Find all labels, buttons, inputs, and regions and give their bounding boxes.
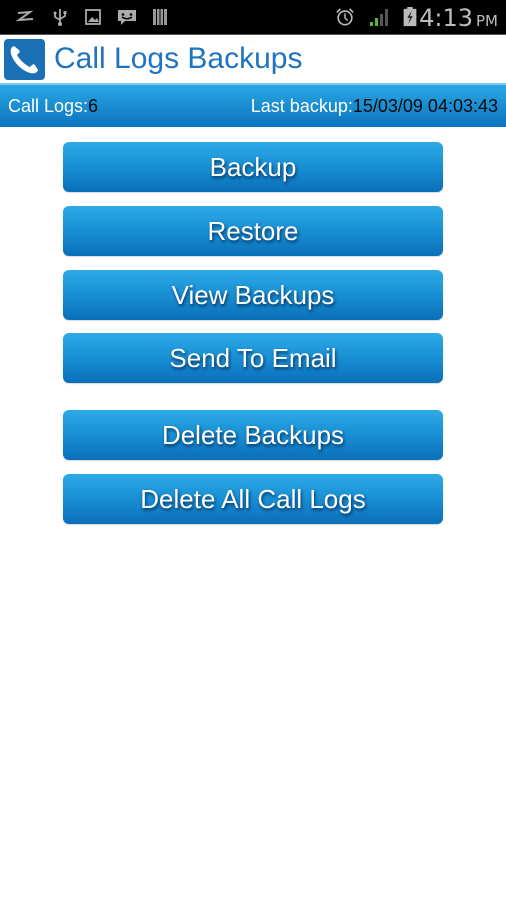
call-logs-label: Call Logs: <box>8 96 89 116</box>
alarm-icon <box>336 8 354 26</box>
last-backup: Last backup:15/03/09 04:03:43 <box>251 96 498 117</box>
backup-button[interactable]: Backup <box>63 142 443 192</box>
barcode-icon <box>153 9 167 25</box>
info-bar: Call Logs:6 Last backup:15/03/09 04:03:4… <box>0 83 506 127</box>
usb-icon <box>53 9 67 26</box>
call-logs-value: 6 <box>88 96 99 116</box>
notification-z-icon <box>15 10 34 22</box>
gallery-icon <box>85 9 101 25</box>
phone-icon <box>10 46 38 74</box>
clock-time: 4:13 <box>419 4 473 32</box>
call-logs-count: Call Logs:6 <box>8 96 98 117</box>
last-backup-label: Last backup: <box>250 96 353 116</box>
battery-charging-icon <box>403 7 417 27</box>
delete-all-call-logs-button[interactable]: Delete All Call Logs <box>63 474 443 524</box>
send-to-email-button[interactable]: Send To Email <box>63 333 443 383</box>
last-backup-value: 15/03/09 04:03:43 <box>352 96 498 116</box>
status-bar: 4:13 PM <box>0 0 506 35</box>
clock-ampm: PM <box>476 12 498 30</box>
signal-icon <box>370 9 388 26</box>
clock: 4:13 PM <box>419 3 498 36</box>
delete-backups-button[interactable]: Delete Backups <box>63 410 443 460</box>
restore-button[interactable]: Restore <box>63 206 443 256</box>
app-icon <box>4 39 45 80</box>
message-icon <box>118 10 136 25</box>
view-backups-button[interactable]: View Backups <box>63 270 443 320</box>
title-bar: Call Logs Backups <box>0 35 506 83</box>
page-title: Call Logs Backups <box>54 42 303 75</box>
